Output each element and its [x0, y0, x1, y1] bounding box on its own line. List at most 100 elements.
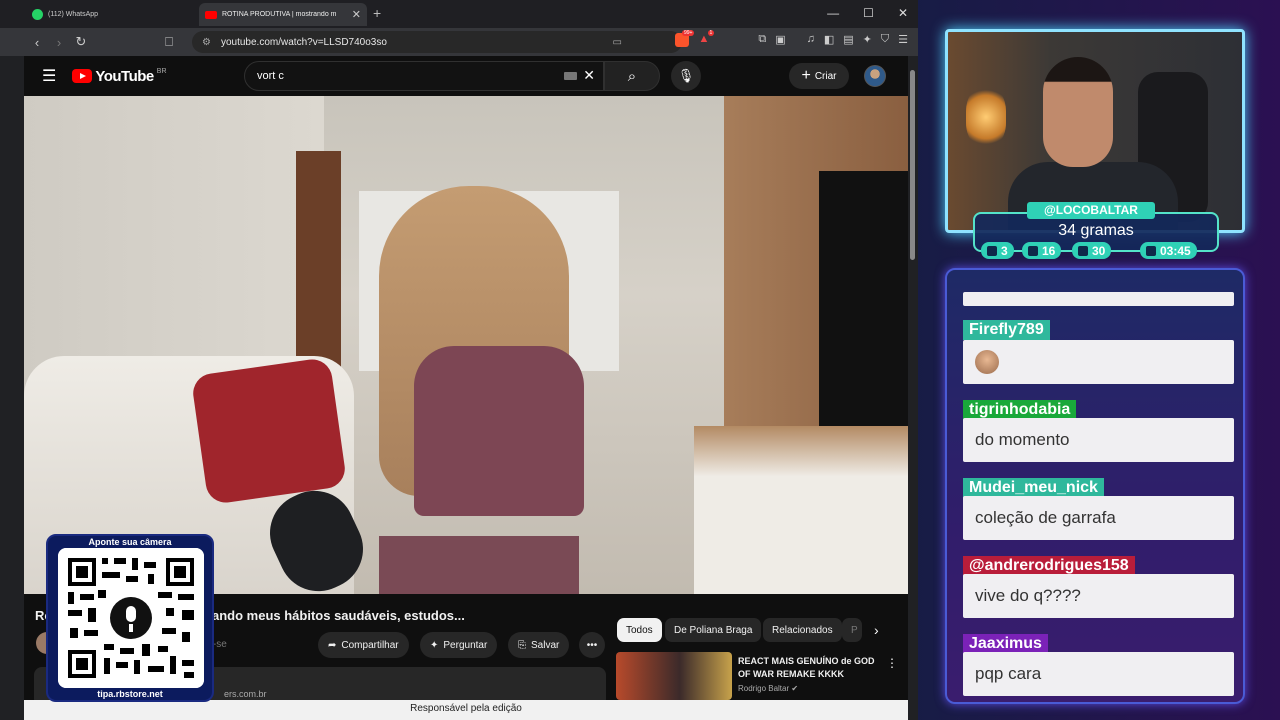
wallet-icon[interactable]: ▤ [843, 33, 853, 47]
ask-label: Perguntar [443, 639, 488, 651]
youtube-icon [205, 10, 217, 19]
qr-caption-bottom: tipa.rbstore.net [97, 689, 163, 699]
keyboard-icon[interactable] [564, 72, 577, 80]
chat-message: vive do q???? [963, 574, 1234, 618]
status-bar: Responsável pela edição [24, 700, 908, 720]
share-label: Compartilhar [341, 639, 399, 651]
tab-strip: (112) WhatsApp ROTINA PRODUTIVA | mostra… [0, 0, 918, 28]
youtube-icon [1028, 245, 1038, 256]
chip-partial[interactable]: P [842, 618, 862, 642]
url-text: youtube.com/watch?v=LLSD740o3so [220, 36, 387, 48]
bookmark-icon[interactable]: ⎕ [158, 34, 180, 50]
scrollbar[interactable] [908, 56, 918, 720]
chip-label: P [851, 624, 858, 636]
site-info-icon[interactable]: ⚙ [202, 37, 211, 48]
brave-shields-icon[interactable]: 99+ [675, 30, 695, 47]
youtube-logo-text: YouTube [95, 67, 154, 85]
reload-icon[interactable]: ↻ [70, 34, 92, 50]
minimize-icon[interactable]: — [827, 6, 839, 20]
chat-username: @andrerodrigues158 [963, 556, 1135, 576]
chip-label: De Poliana Braga [674, 624, 753, 636]
youtube-play-icon [72, 69, 93, 83]
browser-toolbar: ‹ › ↻ ⎕ ⚙ youtube.com/watch?v=LLSD740o3s… [0, 28, 918, 56]
recommendation-channel[interactable]: Rodrigo Baltar ✔ [738, 684, 798, 693]
qr-code [58, 548, 204, 688]
tab-youtube[interactable]: ROTINA PRODUTIVA | mostrando m ✕ [199, 3, 367, 26]
brave-rewards-icon[interactable]: ▲ 1 [698, 30, 715, 47]
chat-message [963, 340, 1234, 384]
search-input[interactable]: vort c ✕ [244, 61, 604, 91]
create-label: Criar [814, 70, 837, 82]
chip-label: Relacionados [772, 624, 833, 636]
emote-icon [975, 350, 999, 374]
chat-message: coleção de garrafa [963, 496, 1234, 540]
chip-from-channel[interactable]: De Poliana Braga [665, 618, 762, 642]
youtube-viewer-count: 16 [1022, 242, 1062, 259]
share-button[interactable]: ➦ Compartilhar [318, 632, 409, 658]
search-value: vort c [257, 70, 284, 82]
scroll-thumb[interactable] [910, 70, 915, 260]
video-player[interactable] [24, 96, 908, 594]
new-tab-icon[interactable]: + [373, 5, 381, 21]
youtube-header: ☰ YouTube BR vort c ✕ ⌕ 🎙 + Criar [24, 56, 908, 96]
tab-whatsapp[interactable]: (112) WhatsApp [26, 3, 196, 26]
avatar[interactable] [864, 65, 886, 87]
back-icon[interactable]: ‹ [26, 35, 48, 50]
close-window-icon[interactable]: ✕ [898, 6, 908, 20]
sidebar-icon[interactable]: ◧ [824, 33, 834, 47]
recommendation-title[interactable]: REACT MAIS GENUÍNO de GOD OF WAR REMAKE … [738, 655, 883, 681]
address-bar[interactable]: ⚙ youtube.com/watch?v=LLSD740o3so ▭ [192, 31, 682, 53]
save-label: Salvar [531, 639, 560, 651]
chip-all[interactable]: Todos [617, 618, 662, 642]
chip-related[interactable]: Relacionados [763, 618, 842, 642]
microphone-icon: 🎙 [677, 68, 695, 83]
recommendation-thumbnail[interactable] [616, 652, 732, 700]
music-icon[interactable]: ♫ [807, 33, 815, 47]
sparkle-icon: ✦ [430, 639, 439, 651]
chat-username: Jaaximus [963, 634, 1048, 654]
clear-search-icon[interactable]: ✕ [583, 67, 595, 84]
tab-label: (112) WhatsApp [48, 11, 99, 18]
youtube-logo[interactable]: YouTube BR [72, 67, 167, 85]
chat-message-partial [963, 292, 1234, 306]
qr-overlay: Aponte sua câmera tipa.rbstore.net [46, 534, 214, 702]
kick-viewer-count: 30 [1072, 242, 1112, 259]
chat-username: Mudei_meu_nick [963, 478, 1104, 498]
leo-icon[interactable]: ✦ [863, 33, 872, 47]
chat-username: Firefly789 [963, 320, 1050, 340]
forward-icon[interactable]: › [48, 35, 70, 50]
whatsapp-icon [32, 9, 43, 20]
close-tab-icon[interactable]: ✕ [352, 8, 361, 21]
tab-label: ROTINA PRODUTIVA | mostrando m [222, 11, 337, 18]
chevron-right-icon[interactable]: › [874, 622, 879, 638]
share-icon: ➦ [328, 639, 337, 651]
chat-panel: Firefly789 tigrinhodabia do momento Mude… [945, 268, 1245, 704]
screenshot-icon[interactable]: ▣ [775, 33, 785, 47]
counter-label: 34 gramas [1058, 222, 1134, 239]
cast-icon[interactable]: ▭ [613, 37, 622, 48]
search-icon: ⌕ [627, 67, 637, 85]
save-button[interactable]: ⎘ Salvar [508, 632, 570, 658]
chat-username: tigrinhodabia [963, 400, 1077, 420]
description-link[interactable]: ers.com.br [224, 689, 267, 699]
twitch-icon [987, 245, 997, 256]
qr-caption-top: Aponte sua câmera [88, 537, 172, 547]
maximize-icon[interactable]: ☐ [863, 6, 874, 20]
verified-icon: ✔ [791, 684, 799, 693]
plus-icon: + [801, 67, 811, 84]
voice-search-button[interactable]: 🎙 [671, 61, 701, 91]
create-button[interactable]: + Criar [789, 63, 849, 89]
rewards-badge: 1 [707, 30, 715, 36]
clock-icon [1146, 245, 1156, 256]
extensions-icon[interactable]: ⧉ [758, 33, 766, 47]
search-button[interactable]: ⌕ [604, 61, 660, 91]
hamburger-menu-icon[interactable]: ☰ [42, 66, 56, 86]
brave-badge: 99+ [681, 30, 695, 36]
more-icon: ••• [586, 639, 598, 651]
ask-button[interactable]: ✦ Perguntar [420, 632, 498, 658]
more-vert-icon[interactable]: ⋮ [886, 656, 898, 670]
video-title: ando meus hábitos saudáveis, estudos... [212, 608, 465, 623]
menu-icon[interactable]: ☰ [898, 33, 908, 47]
vpn-icon[interactable]: ⛉ [881, 33, 889, 47]
more-actions-button[interactable]: ••• [579, 632, 605, 658]
